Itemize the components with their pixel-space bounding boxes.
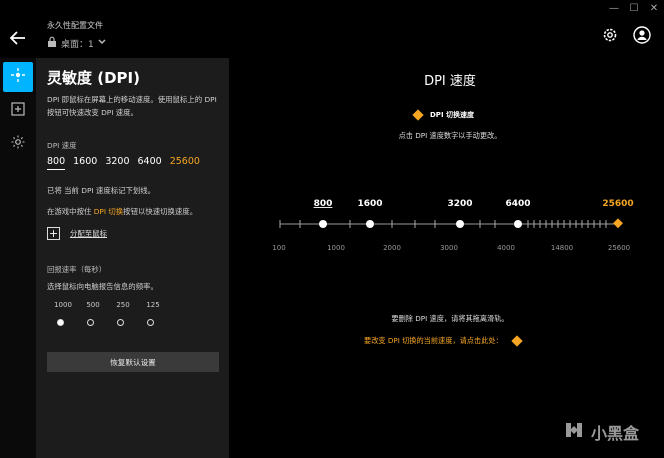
rate-radio-1000[interactable] (57, 319, 64, 326)
stop-label-800[interactable]: 800 (314, 199, 333, 209)
plus-box-icon (11, 101, 25, 120)
stop-label-1600[interactable]: 1600 (357, 199, 382, 209)
assign-to-mouse[interactable]: + 分配至鼠标 (47, 227, 107, 240)
shift-dpi-note: 在游戏中按住 DPI 切换按钮以快速切换速度。 (47, 206, 197, 217)
axis-tick-25600: 25600 (608, 244, 630, 252)
dpi-value-6400[interactable]: 6400 (138, 156, 162, 170)
panel-title: 灵敏度 (DPI) (47, 69, 140, 87)
watermark-text: 小黑盒 (591, 424, 640, 443)
rate-label-250: 250 (116, 301, 130, 309)
dpi-value-3200[interactable]: 3200 (105, 156, 129, 170)
dpi-value-list: 800 1600 3200 6400 25600 (47, 156, 200, 170)
shift-note-suffix: 按钮以快速切换速度。 (123, 207, 198, 216)
target-icon (10, 67, 26, 87)
lock-icon (47, 36, 57, 50)
slider-handle-6400 (514, 220, 522, 228)
slider-handle-800 (319, 220, 327, 228)
rate-label-1000: 1000 (54, 301, 72, 309)
rate-label-500: 500 (86, 301, 100, 309)
heybox-logo-icon (563, 419, 585, 445)
shift-speed-legend: DPI 切换速度 (412, 109, 474, 121)
current-dpi-note: 已将 当前 DPI 速度标记下划线。 (47, 186, 156, 195)
maximize-button[interactable]: ☐ (628, 3, 640, 15)
stop-label-3200[interactable]: 3200 (447, 199, 472, 209)
axis-tick-4000: 4000 (497, 244, 515, 252)
desktop-label: 桌面：1 (61, 39, 94, 50)
sensitivity-panel: 灵敏度 (DPI) DPI 即鼠标在屏幕上的移动速度。使用鼠标上的 DPI 按钮… (36, 58, 229, 458)
axis-tick-14800: 14800 (551, 244, 573, 252)
shift-note-prefix: 在游戏中按住 (47, 207, 94, 216)
dpi-value-1600[interactable]: 1600 (73, 156, 97, 170)
watermark: 小黑盒 (563, 419, 639, 445)
report-rate-label: 回报速率（每秒） (47, 265, 107, 274)
slider-handle-25600-shift (613, 218, 623, 229)
gear-icon[interactable] (601, 26, 619, 44)
diamond-icon (412, 109, 424, 121)
dpi-slider[interactable]: 800 1600 3200 6400 25600 100 1000 2000 3… (270, 192, 640, 256)
rate-radio-500[interactable] (87, 319, 94, 326)
main-title: DPI 速度 (424, 74, 476, 89)
axis-tick-100: 100 (272, 244, 285, 252)
rate-label-125: 125 (146, 301, 160, 309)
side-rail (0, 58, 36, 458)
axis-tick-1000: 1000 (327, 244, 345, 252)
minimize-button[interactable]: — (608, 3, 620, 15)
stop-label-6400[interactable]: 6400 (505, 199, 530, 209)
rate-radio-125[interactable] (147, 319, 154, 326)
diamond-icon[interactable] (511, 335, 523, 347)
report-rate-description: 选择鼠标向电脑报告信息的频率。 (47, 282, 158, 291)
stop-label-25600[interactable]: 25600 (602, 199, 633, 209)
axis-tick-3000: 3000 (440, 244, 458, 252)
assign-label: 分配至鼠标 (70, 229, 107, 238)
panel-description: DPI 即鼠标在屏幕上的移动速度。使用鼠标上的 DPI 按钮可快速改变 DPI … (47, 95, 217, 117)
axis-tick-2000: 2000 (383, 244, 401, 252)
rail-item-lighting[interactable] (3, 128, 33, 158)
dpi-value-25600[interactable]: 25600 (170, 156, 200, 170)
profile-label: 永久性配置文件 (47, 21, 103, 30)
dpi-value-800[interactable]: 800 (47, 156, 66, 170)
user-icon[interactable] (633, 26, 651, 44)
slider-handle-1600 (366, 220, 374, 228)
chevron-down-icon (98, 38, 106, 48)
shift-note-highlight: DPI 切换 (93, 207, 124, 216)
desktop-selector[interactable]: 桌面：1 (47, 36, 106, 50)
back-arrow-icon[interactable] (8, 28, 28, 48)
dpi-speed-label: DPI 速度 (47, 141, 77, 150)
close-button[interactable]: ✕ (648, 3, 660, 15)
plus-icon: + (47, 227, 60, 240)
rail-item-assignments[interactable] (3, 95, 33, 125)
shift-change-hint[interactable]: 要改变 DPI 切换的当前速度，请点击此处： (364, 335, 523, 347)
click-hint: 点击 DPI 速度数字以手动更改。 (398, 131, 502, 140)
reset-defaults-button[interactable]: 恢复默认设置 (47, 352, 219, 372)
rail-item-sensitivity[interactable] (3, 62, 33, 92)
delete-hint: 要删除 DPI 速度，请将其拖离滑轨。 (391, 314, 509, 323)
rate-radio-250[interactable] (117, 319, 124, 326)
slider-handle-3200 (456, 220, 464, 228)
window-controls: — ☐ ✕ (608, 3, 660, 15)
shift-speed-label: DPI 切换速度 (430, 111, 474, 119)
sun-icon (11, 134, 25, 153)
shift-hint-text: 要改变 DPI 切换的当前速度，请点击此处： (364, 336, 503, 345)
